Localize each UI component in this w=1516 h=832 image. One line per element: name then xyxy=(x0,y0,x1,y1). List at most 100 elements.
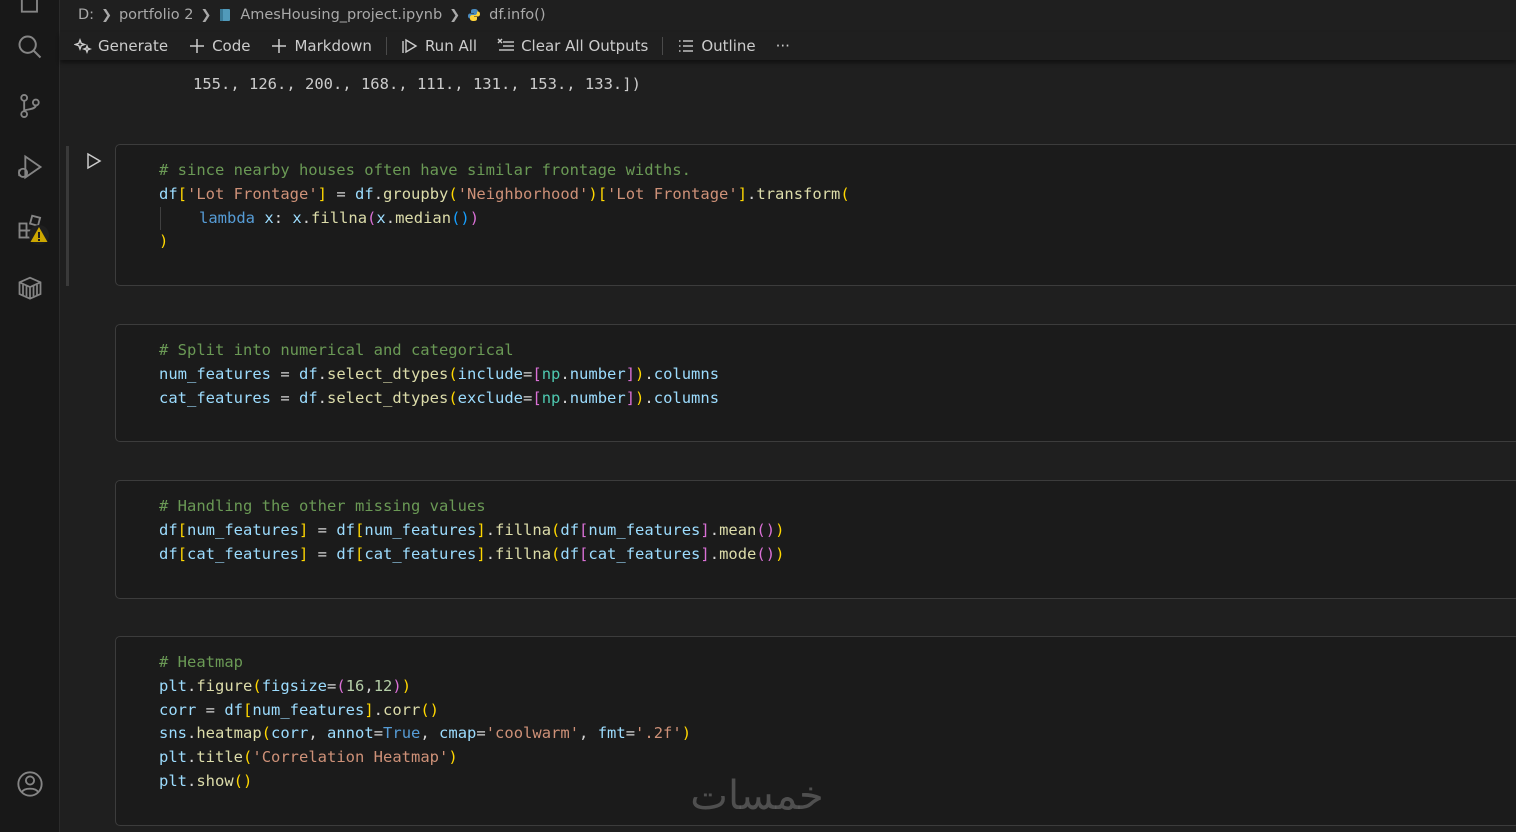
run-all-button[interactable]: Run All xyxy=(401,37,477,55)
code-token: ) xyxy=(635,388,645,407)
code-token: include xyxy=(457,364,523,383)
code-token: = xyxy=(523,388,533,407)
code-token: transform xyxy=(756,184,841,203)
code-token: ] xyxy=(317,184,328,203)
breadcrumb-folder[interactable]: portfolio 2 xyxy=(119,7,193,23)
breadcrumb-file[interactable]: AmesHousing_project.ipynb xyxy=(240,7,442,23)
code-token: = xyxy=(270,388,299,407)
remote-explorer-icon[interactable] xyxy=(13,270,47,304)
code-token: . xyxy=(644,364,654,383)
breadcrumb-cell[interactable]: df.info() xyxy=(489,7,545,23)
code-token: = xyxy=(476,724,486,743)
code-token: . xyxy=(485,544,496,563)
code-token: ] xyxy=(299,520,309,539)
code-token: = xyxy=(523,364,533,383)
code-token: , xyxy=(308,724,328,743)
indent-guide xyxy=(160,206,199,231)
outline-button[interactable]: Outline xyxy=(677,37,756,55)
code-token: df xyxy=(298,388,318,407)
code-token: sns xyxy=(159,724,187,743)
plus-icon xyxy=(272,39,287,53)
code-token: () xyxy=(756,520,776,539)
code-token: ( xyxy=(252,676,262,695)
code-token: . xyxy=(187,676,197,695)
add-markdown-button[interactable]: Markdown xyxy=(270,37,372,55)
code-token: () xyxy=(233,771,253,790)
code-token: 'coolwarm' xyxy=(485,724,580,743)
code-token: corr xyxy=(383,700,421,719)
code-token: lambda xyxy=(199,208,255,227)
code-line: corr = df[num_features].corr() xyxy=(159,699,691,723)
code-line: sns.heatmap(corr, annot=True, cmap='cool… xyxy=(159,722,691,746)
code-token: 'Correlation Heatmap' xyxy=(252,748,449,767)
code-token: . xyxy=(187,748,197,767)
code-token: ) xyxy=(775,520,785,539)
code-token: = xyxy=(308,544,337,563)
explorer-icon[interactable] xyxy=(13,0,47,24)
code-token: . xyxy=(301,208,312,227)
code-token: df xyxy=(159,544,178,563)
code-cell[interactable]: # Handling the other missing values df[nu… xyxy=(115,480,1516,599)
code-token: num_features xyxy=(159,364,271,383)
code-editor[interactable]: # Handling the other missing values df[nu… xyxy=(159,495,784,566)
code-token: ( xyxy=(243,748,253,767)
code-token: # Handling the other missing values xyxy=(159,497,486,515)
code-token: x xyxy=(292,208,302,227)
code-line: # since nearby houses often have similar… xyxy=(159,159,850,183)
code-editor[interactable]: # Split into numerical and categorical nu… xyxy=(159,339,719,410)
search-icon[interactable] xyxy=(13,30,47,64)
code-token: ] xyxy=(299,544,309,563)
code-token: 12 xyxy=(373,676,393,695)
code-token: . xyxy=(560,388,570,407)
code-token: df xyxy=(560,544,580,563)
code-token: figure xyxy=(196,676,253,695)
breadcrumb-drive[interactable]: D: xyxy=(78,7,94,23)
code-token: '.2f' xyxy=(635,724,682,743)
code-cell[interactable]: # since nearby houses often have similar… xyxy=(115,144,1516,286)
chevron-right-icon: ❯ xyxy=(101,7,112,23)
code-token: . xyxy=(187,771,197,790)
code-line: lambda x: x.fillna(x.median()) xyxy=(159,206,850,231)
run-debug-icon[interactable] xyxy=(13,150,47,184)
code-token: cmap xyxy=(439,724,477,743)
code-token: ) xyxy=(448,748,458,767)
code-token: ] xyxy=(364,700,374,719)
khamsat-watermark-logo: خمسات xyxy=(690,773,823,819)
add-code-button[interactable]: Code xyxy=(188,37,250,55)
chevron-right-icon: ❯ xyxy=(449,7,461,23)
code-token: [ xyxy=(579,520,589,539)
code-token: , xyxy=(579,724,598,743)
code-line: df[num_features] = df[num_features].fill… xyxy=(159,519,784,543)
account-icon[interactable] xyxy=(13,767,47,801)
code-editor[interactable]: # Heatmap plt.figure(figsize=(16,12)) corr… xyxy=(159,651,691,794)
code-token: . xyxy=(373,184,384,203)
code-token: . xyxy=(644,388,654,407)
code-token: num_features xyxy=(588,520,701,539)
code-token: figsize xyxy=(261,676,328,695)
run-cell-icon[interactable] xyxy=(82,150,104,172)
list-icon xyxy=(679,40,694,52)
code-line: df['Lot Frontage'] = df.groupby('Neighbo… xyxy=(159,183,850,207)
code-token: ( xyxy=(448,184,458,203)
code-token: ( xyxy=(448,388,458,407)
generate-button[interactable]: Generate xyxy=(74,37,168,55)
code-token: . xyxy=(709,520,720,539)
code-token: plt xyxy=(159,676,187,695)
code-token: # since nearby houses often have similar… xyxy=(159,161,691,179)
code-token: ) xyxy=(635,364,645,383)
run-all-icon xyxy=(402,38,418,54)
source-control-icon[interactable] xyxy=(13,89,47,123)
code-token: ] xyxy=(625,364,636,383)
code-token: ] xyxy=(476,520,486,539)
more-actions-button[interactable]: ··· xyxy=(776,37,790,55)
code-cell[interactable]: # Split into numerical and categorical nu… xyxy=(115,324,1516,442)
clear-all-outputs-button[interactable]: Clear All Outputs xyxy=(497,37,648,55)
code-token: 'Neighborhood' xyxy=(457,184,589,203)
code-token: ) xyxy=(401,676,412,695)
code-token: plt xyxy=(159,771,187,790)
code-editor[interactable]: # since nearby houses often have similar… xyxy=(159,159,850,254)
code-token: = xyxy=(196,700,225,719)
breadcrumb: D: ❯ portfolio 2 ❯ AmesHousing_project.i… xyxy=(78,4,545,26)
code-line: plt.show() xyxy=(159,770,691,794)
code-token: num_features xyxy=(364,520,477,539)
